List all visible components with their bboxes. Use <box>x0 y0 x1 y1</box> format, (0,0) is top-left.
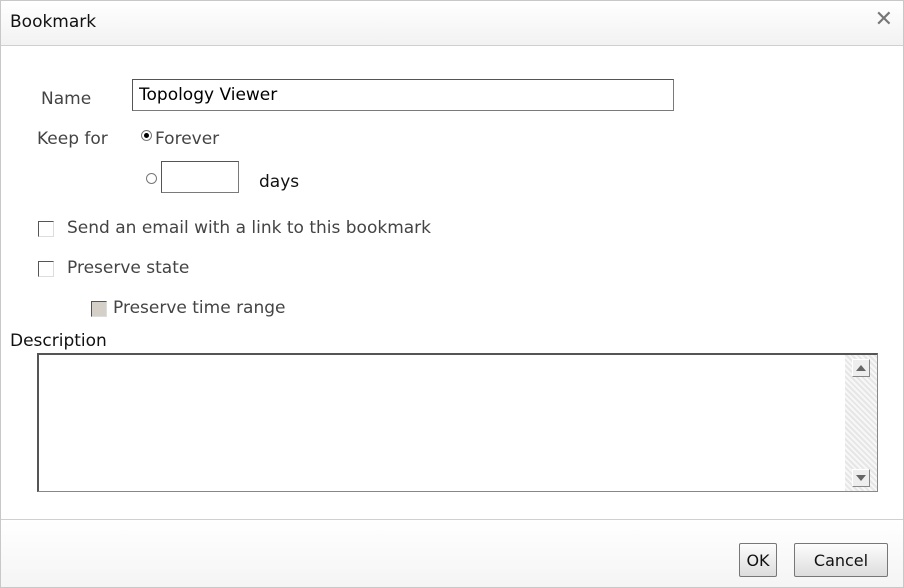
send-email-label: Send an email with a link to this bookma… <box>67 218 432 238</box>
description-label: Description <box>10 331 107 351</box>
dialog-titlebar: Bookmark ✕ <box>1 1 903 46</box>
description-scrollbar[interactable] <box>845 355 877 491</box>
dialog-title: Bookmark <box>10 12 97 32</box>
scroll-up-arrow-icon[interactable] <box>852 359 870 377</box>
send-email-checkbox[interactable] <box>38 221 54 237</box>
days-label: days <box>259 172 300 192</box>
preserve-time-range-label: Preserve time range <box>113 298 286 318</box>
keep-for-label: Keep for <box>37 129 108 149</box>
name-input[interactable] <box>132 79 674 111</box>
dialog-footer: OK Cancel <box>1 519 903 587</box>
ok-button[interactable]: OK <box>739 543 777 577</box>
scroll-down-arrow-icon[interactable] <box>852 469 870 487</box>
days-input[interactable] <box>161 161 239 193</box>
forever-radio[interactable] <box>141 130 152 141</box>
forever-label: Forever <box>155 129 220 149</box>
bookmark-dialog: Bookmark ✕ Name Keep for Forever days Se… <box>0 0 904 588</box>
description-textarea[interactable] <box>37 353 878 492</box>
days-radio[interactable] <box>146 173 157 184</box>
preserve-time-range-checkbox[interactable] <box>91 301 107 317</box>
cancel-button[interactable]: Cancel <box>794 543 888 577</box>
preserve-state-label: Preserve state <box>67 258 190 278</box>
preserve-state-checkbox[interactable] <box>38 261 54 277</box>
name-label: Name <box>41 89 92 109</box>
close-icon[interactable]: ✕ <box>875 9 893 31</box>
